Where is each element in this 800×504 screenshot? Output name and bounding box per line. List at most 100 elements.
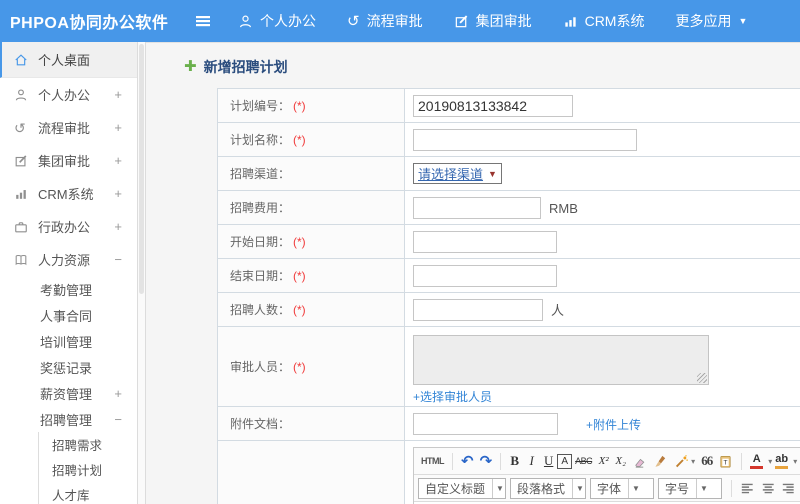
plan-number-input[interactable] <box>413 94 573 117</box>
bar-chart-icon <box>14 187 38 201</box>
sidebar-item-hr[interactable]: 人力资源 − <box>0 243 137 276</box>
underline-button[interactable]: U <box>540 453 557 469</box>
expand-icon[interactable]: + <box>114 153 122 168</box>
sidebar-item-rewards[interactable]: 奖惩记录 <box>0 354 137 380</box>
form-row-channel: 招聘渠道： 请选择渠道 ▼ <box>217 156 800 191</box>
color-swatch <box>775 465 789 469</box>
sidebar-item-label: 人力资源 <box>38 253 91 268</box>
caret-down-icon: ▼ <box>696 478 711 498</box>
align-right-button[interactable] <box>778 481 798 496</box>
font-family-dropdown[interactable]: 字体 ▼ <box>590 477 655 499</box>
caret-down-icon: ▼ <box>738 16 748 26</box>
expand-icon[interactable]: + <box>114 87 122 102</box>
add-plus-icon: ✚ <box>184 58 197 75</box>
superscript-button[interactable]: X² <box>595 455 612 467</box>
start-date-input[interactable] <box>413 230 557 253</box>
topbar: PHPOA协同办公软件 个人办公 ↺ 流程审批 集团审批 CRM系统 更多应用 … <box>0 0 800 42</box>
sidebar-item-recruit-mgmt[interactable]: 招聘管理 − <box>0 406 137 432</box>
eraser-icon[interactable] <box>629 454 650 469</box>
blockquote-button[interactable]: 66 <box>698 453 715 469</box>
nav-more-apps[interactable]: 更多应用 ▼ <box>675 11 747 31</box>
form-row-headcount: 招聘人数： (*) 人 <box>217 292 800 327</box>
select-approvers-link[interactable]: +选择审批人员 <box>413 390 492 404</box>
font-color-button[interactable]: A <box>747 453 766 469</box>
sidebar-item-recruit-demand[interactable]: 招聘需求 <box>39 432 137 457</box>
nav-crm-system[interactable]: CRM系统 <box>563 11 645 31</box>
sidebar-item-workflow-approval[interactable]: ↺ 流程审批 + <box>0 111 137 144</box>
sidebar-item-talent-pool[interactable]: 人才库 <box>39 482 137 504</box>
plan-name-input[interactable] <box>413 128 637 151</box>
bold-button[interactable]: B <box>506 453 523 469</box>
select-value: 请选择渠道 <box>418 167 484 182</box>
page-title: 新增招聘计划 <box>203 59 288 75</box>
sidebar-item-crm[interactable]: CRM系统 + <box>0 177 137 210</box>
font-size-dropdown[interactable]: 字号 ▼ <box>658 477 723 499</box>
caret-down-icon[interactable]: ▾ <box>793 457 797 466</box>
color-swatch <box>750 465 764 469</box>
sidebar-item-hr-contract[interactable]: 人事合同 <box>0 302 137 328</box>
collapse-icon[interactable]: − <box>114 252 122 267</box>
html-source-button[interactable]: HTML <box>418 456 447 466</box>
form-row-plan-number: 计划编号： (*) <box>217 88 800 123</box>
headcount-input[interactable] <box>413 298 543 321</box>
heading-dropdown[interactable]: 自定义标题 ▼ <box>418 477 507 499</box>
user-icon <box>238 14 253 29</box>
align-center-button[interactable] <box>758 481 778 496</box>
paragraph-format-dropdown[interactable]: 段落格式 ▼ <box>510 477 587 499</box>
autotypeset-button[interactable]: A <box>557 453 573 469</box>
strikethrough-button[interactable]: ABC <box>572 456 595 466</box>
resize-handle-icon[interactable] <box>697 373 707 383</box>
top-navigation: 个人办公 ↺ 流程审批 集团审批 CRM系统 更多应用 ▼ <box>238 11 778 31</box>
hamburger-menu-icon[interactable] <box>194 13 212 29</box>
sidebar-item-desktop[interactable]: 个人桌面 <box>0 42 137 78</box>
sidebar-item-recruit-plan[interactable]: 招聘计划 <box>39 457 137 482</box>
subscript-button[interactable]: X₂ <box>612 455 629 467</box>
expand-icon[interactable]: + <box>114 219 122 234</box>
expand-icon[interactable]: + <box>114 120 122 135</box>
home-icon <box>14 53 38 67</box>
format-brush-icon[interactable] <box>650 454 671 469</box>
field-label: 计划名称： <box>230 133 291 147</box>
collapse-icon[interactable]: − <box>114 412 122 427</box>
sidebar-item-training[interactable]: 培训管理 <box>0 328 137 354</box>
approvers-textarea[interactable] <box>413 335 709 385</box>
expand-icon[interactable]: + <box>114 186 122 201</box>
nav-personal-office[interactable]: 个人办公 <box>238 11 316 31</box>
caret-down-icon: ▾ <box>691 456 696 466</box>
field-label: 招聘渠道： <box>230 167 291 181</box>
expand-icon[interactable]: + <box>114 386 122 401</box>
caret-down-icon: ▼ <box>572 478 587 498</box>
sidebar-item-attendance[interactable]: 考勤管理 <box>0 276 137 302</box>
form-row-end-date: 结束日期： (*) <box>217 258 800 293</box>
italic-button[interactable]: I <box>523 453 540 469</box>
hr-submenu: 考勤管理 人事合同 培训管理 奖惩记录 薪资管理 + 招聘管理 − 招聘需求 招… <box>0 276 137 504</box>
form-row-approvers: 审批人员： (*) +选择审批人员 <box>217 326 800 407</box>
align-left-button[interactable] <box>737 481 757 496</box>
scrollbar-thumb[interactable] <box>139 44 144 294</box>
end-date-input[interactable] <box>413 264 557 287</box>
form-row-attachment: 附件文档： +附件上传 <box>217 406 800 441</box>
upload-attachment-link[interactable]: +附件上传 <box>586 418 641 432</box>
nav-workflow-approval[interactable]: ↺ 流程审批 <box>347 11 423 31</box>
cost-input[interactable] <box>413 196 541 219</box>
redo-icon[interactable]: ↷ <box>477 452 496 470</box>
autoformat-wand-icon[interactable]: ▾ <box>671 454 698 469</box>
paste-icon[interactable]: T <box>715 454 736 469</box>
caret-down-icon: ▼ <box>488 168 497 179</box>
highlight-color-button[interactable]: ab <box>772 453 791 469</box>
attachment-input[interactable] <box>413 412 558 435</box>
caret-down-icon: ▼ <box>628 478 643 498</box>
sidebar-item-admin-office[interactable]: 行政办公 + <box>0 210 137 243</box>
nav-label: 个人办公 <box>260 13 316 29</box>
sidebar-item-personal-office[interactable]: 个人办公 + <box>0 78 137 111</box>
caret-down-icon: ▼ <box>492 478 507 498</box>
channel-select[interactable]: 请选择渠道 ▼ <box>413 163 502 184</box>
nav-group-approval[interactable]: 集团审批 <box>454 11 532 31</box>
undo-icon[interactable]: ↶ <box>458 452 477 470</box>
sidebar-item-group-approval[interactable]: 集团审批 + <box>0 144 137 177</box>
sidebar-item-salary[interactable]: 薪资管理 + <box>0 380 137 406</box>
sidebar-item-label: 个人办公 <box>38 88 91 103</box>
sidebar-item-label: CRM系统 <box>38 187 94 202</box>
nav-label: CRM系统 <box>584 13 645 29</box>
sidebar-scrollbar[interactable] <box>137 42 146 504</box>
